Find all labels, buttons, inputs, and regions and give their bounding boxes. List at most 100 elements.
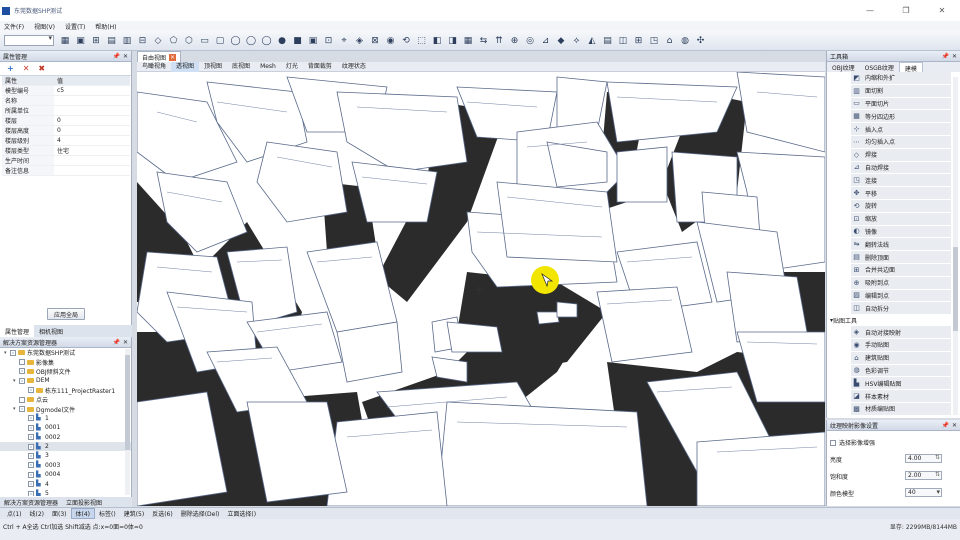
tree-checkbox[interactable] (19, 396, 25, 403)
tree-checkbox[interactable] (28, 462, 34, 469)
toolbar-tool-33-icon[interactable]: ⟡ (570, 34, 584, 48)
tab-obj-texture[interactable]: OBJ纹理 (827, 62, 860, 72)
toolbar-tool-16-icon[interactable]: ▣ (306, 34, 320, 48)
property-row[interactable]: 备注信息 (2, 165, 130, 176)
select-mode-button[interactable]: 面(3) (48, 509, 71, 518)
tree-item[interactable]: ▙ 5 (0, 489, 131, 496)
pin-icon[interactable]: 📌 (941, 53, 948, 60)
tree-checkbox[interactable] (28, 387, 34, 394)
property-value[interactable]: 0 (54, 125, 130, 136)
toolbar-tool-11-icon[interactable]: ◯ (229, 34, 243, 48)
select-mode-button[interactable]: 删除选择(Del) (177, 509, 224, 518)
document-tab[interactable]: 自由视图 × (137, 51, 182, 62)
panel-close-icon[interactable]: ✕ (952, 422, 957, 429)
tree-checkbox[interactable] (28, 471, 34, 478)
enhance-checkbox[interactable] (830, 439, 836, 446)
view-tab[interactable]: 背面裁剪 (303, 62, 337, 72)
tree-item[interactable]: ▾ Dgmodel文件 (0, 404, 131, 414)
property-row[interactable]: 名称 (2, 95, 130, 106)
toolbox-item[interactable]: ▙ HSV编辑贴图 (851, 377, 951, 391)
property-value[interactable] (54, 155, 130, 166)
menu-view[interactable]: 视图(V) (30, 22, 61, 31)
tab-properties[interactable]: 属性管理 (0, 325, 35, 337)
property-row[interactable]: 模型编号 c5 (2, 85, 130, 96)
toolbar-tool-37-icon[interactable]: ⊞ (632, 34, 646, 48)
toolbar-tool-21-icon[interactable]: ◉ (384, 34, 398, 48)
toolbar-tool-36-icon[interactable]: ◫ (616, 34, 630, 48)
property-value[interactable] (54, 95, 130, 106)
view-tab[interactable]: 鸟瞰视角 (137, 62, 171, 72)
close-button[interactable]: ✕ (924, 6, 960, 15)
toolbox-item[interactable]: ▨ 编辑到点 (851, 289, 951, 303)
toolbox-item[interactable]: ⊹ 插入点 (851, 123, 951, 136)
toolbar-tool-10-icon[interactable]: ▢ (213, 34, 227, 48)
property-value[interactable] (54, 165, 130, 176)
clear-properties-icon[interactable]: ✖ (38, 64, 45, 73)
toolbox-item[interactable]: ▦ 等分四边形 (851, 110, 951, 124)
toolbar-tool-22-icon[interactable]: ⟲ (399, 34, 413, 48)
toolbox-scrollbar-thumb[interactable] (953, 247, 958, 331)
property-row[interactable]: 楼层类型 住宅 (2, 145, 130, 156)
toolbox-section-header[interactable]: ▾ 贴图工具 (827, 315, 960, 326)
tree-checkbox[interactable] (28, 443, 34, 450)
select-mode-button[interactable]: 体(4) (70, 508, 95, 519)
minimize-button[interactable]: — (852, 6, 888, 15)
tree-checkbox[interactable] (19, 406, 25, 413)
property-row[interactable]: 所属单位 (2, 105, 130, 116)
tree-checkbox[interactable] (28, 415, 34, 422)
view-tab[interactable]: 顶视图 (199, 62, 227, 72)
tree-checkbox[interactable] (19, 359, 25, 366)
tab-solution-explorer[interactable]: 解决方案资源管理器 (0, 497, 62, 507)
toolbar-tool-35-icon[interactable]: ▤ (601, 34, 615, 48)
toolbar-tool-20-icon[interactable]: ⊠ (368, 34, 382, 48)
toolbar-tool-9-icon[interactable]: ▭ (198, 34, 212, 48)
toolbox-item[interactable]: ⟲ 旋转 (851, 199, 951, 213)
toolbox-item[interactable]: ◩ 内缩和外扩 (851, 72, 951, 85)
tree-checkbox[interactable] (10, 349, 16, 356)
toolbar-tool-34-icon[interactable]: ◭ (585, 34, 599, 48)
maximize-button[interactable]: ❐ (888, 6, 924, 15)
property-value[interactable]: 4 (54, 135, 130, 146)
document-close-icon[interactable]: × (169, 53, 177, 61)
toolbar-tool-28-icon[interactable]: ⇈ (492, 34, 506, 48)
tree-item[interactable]: ▙ 3 (0, 451, 131, 460)
select-mode-button[interactable]: 标签() (95, 509, 120, 518)
tree-checkbox[interactable] (19, 377, 25, 384)
property-value[interactable]: 住宅 (54, 145, 130, 156)
panel-close-icon[interactable]: ✕ (952, 53, 957, 60)
toolbox-item[interactable]: ▤ 删除顶面 (851, 251, 951, 264)
toolbar-tool-5-icon[interactable]: ⊟ (136, 34, 150, 48)
toolbar-combo[interactable] (4, 34, 54, 46)
toolbox-item[interactable]: ⋯ 均匀插入点 (851, 135, 951, 149)
toolbar-tool-14-icon[interactable]: ● (275, 34, 289, 48)
tab-camera-view[interactable]: 相机视图 (34, 325, 68, 337)
toolbox-item[interactable]: ⊿ 自动焊接 (851, 161, 951, 175)
tree-checkbox[interactable] (28, 490, 34, 496)
menu-help[interactable]: 帮助(H) (91, 22, 122, 31)
toolbox-item[interactable]: ⊕ 吸附到点 (851, 276, 951, 290)
delete-property-icon[interactable]: ✕ (23, 64, 30, 73)
toolbox-item[interactable]: ⌂ 建筑贴图 (851, 351, 951, 365)
tree-item[interactable]: ▙ 0002 (0, 433, 131, 442)
property-row[interactable]: 楼层高度 0 (2, 125, 130, 136)
property-row[interactable]: 楼层级别 4 (2, 135, 130, 146)
tree-checkbox[interactable] (28, 452, 34, 459)
property-value[interactable]: c5 (54, 85, 130, 96)
property-value[interactable] (54, 105, 130, 116)
toolbox-item[interactable]: ◫ 自动拆分 (851, 302, 951, 316)
tree-item[interactable]: ▙ 2 (0, 441, 131, 452)
toolbar-tool-8-icon[interactable]: ⬡ (182, 34, 196, 48)
tree-item[interactable]: ▙ 0001 (0, 423, 131, 432)
brightness-spinbox[interactable]: 4.00 (905, 454, 942, 463)
toolbar-tool-6-icon[interactable]: ◇ (151, 34, 165, 48)
tree-checkbox[interactable] (28, 434, 34, 441)
toolbar-tool-0-icon[interactable]: ▦ (58, 34, 72, 48)
tree-item[interactable]: ▙ 4 (0, 479, 131, 488)
tree-scrollbar-thumb[interactable] (125, 355, 130, 450)
toolbar-tool-40-icon[interactable]: ◍ (678, 34, 692, 48)
select-mode-button[interactable]: 立面选择() (223, 509, 260, 518)
select-mode-button[interactable]: 建筑(5) (120, 509, 149, 518)
toolbar-tool-7-icon[interactable]: ⬠ (167, 34, 181, 48)
toolbar-tool-29-icon[interactable]: ⊕ (508, 34, 522, 48)
toolbox-item[interactable]: ⊞ 合并共边面 (851, 263, 951, 277)
